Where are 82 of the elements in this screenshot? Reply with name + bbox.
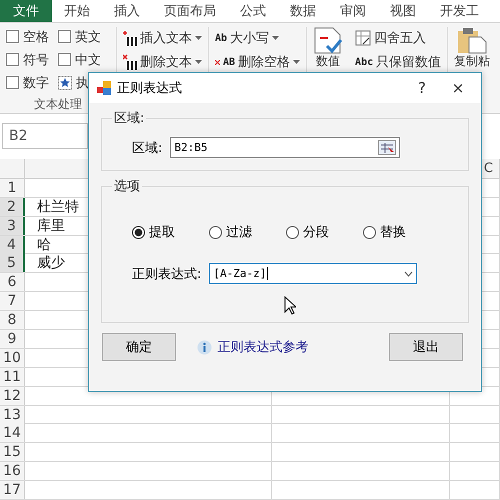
table-cell: 库里 (37, 218, 65, 234)
row-header[interactable]: 8 (0, 311, 25, 330)
dialog-title: 正则表达式 (117, 80, 183, 97)
checkbox[interactable]: 英文 (58, 27, 110, 46)
row-header[interactable]: 15 (0, 443, 25, 462)
ok-button[interactable]: 确定 (102, 333, 176, 361)
checkbox[interactable]: 空格 (6, 27, 58, 46)
clipboard-icon (457, 27, 488, 54)
ribbon-button[interactable]: Ab 大小写 (215, 29, 300, 47)
exit-button[interactable]: 退出 (389, 333, 463, 361)
field-label: 正则表达式: (132, 266, 202, 282)
radio-option[interactable]: 过滤 (209, 223, 252, 241)
ribbon-button[interactable]: 四舍五入 (355, 29, 442, 47)
chevron-down-icon (404, 270, 414, 276)
radio-option[interactable]: 提取 (132, 223, 175, 241)
menu-tab[interactable]: 数据 (278, 0, 328, 22)
run-button[interactable]: 执 (58, 73, 110, 92)
range-picker-icon (378, 140, 396, 155)
delete-text-icon (123, 54, 137, 70)
app-icon (97, 81, 111, 95)
menu-tab[interactable]: 公式 (228, 0, 278, 22)
menu-tab[interactable]: 页面布局 (152, 0, 228, 22)
row-header[interactable]: 16 (0, 462, 25, 480)
row-header[interactable]: 3 (0, 216, 25, 235)
caret-icon (195, 60, 202, 64)
menu-tab[interactable]: 视图 (378, 0, 428, 22)
radio-option[interactable]: 分段 (286, 223, 329, 241)
ribbon-button[interactable]: Abc 只保留数值 (355, 53, 442, 71)
row-header[interactable]: 6 (0, 273, 25, 292)
menu-tab[interactable]: 文件 (0, 0, 52, 22)
row-header[interactable]: 12 (0, 386, 25, 405)
row-header[interactable]: 10 (0, 348, 25, 367)
table-cell: 威少 (37, 255, 65, 272)
column-header[interactable]: C (484, 160, 493, 176)
field-label: 区域: (132, 140, 162, 156)
info-icon (196, 340, 212, 354)
value-button[interactable]: 数值 (307, 27, 350, 68)
ribbon-button[interactable]: 插入文本 (123, 29, 202, 47)
row-header[interactable]: 14 (0, 424, 25, 442)
row-header[interactable]: 11 (0, 368, 25, 386)
group-label: 文本处理 (33, 96, 83, 113)
menu-tab[interactable]: 开发工 (428, 0, 491, 22)
star-icon (58, 76, 72, 90)
ribbon-button[interactable]: 删除文本 (123, 53, 202, 71)
row-header[interactable]: 9 (0, 330, 25, 348)
radio-dot[interactable] (286, 226, 299, 238)
reference-link[interactable]: 正则表达式参考 (218, 338, 308, 356)
checkbox[interactable]: 中文 (58, 50, 110, 69)
caret-icon (272, 36, 280, 40)
menu-tab[interactable]: 插入 (102, 0, 152, 22)
name-box[interactable]: B2 (2, 123, 88, 150)
menu-tab[interactable]: 审阅 (328, 0, 378, 22)
table-cell: 哈 (37, 236, 51, 253)
checkbox[interactable]: 符号 (6, 50, 58, 69)
checkbox[interactable]: 数字 (6, 73, 58, 92)
row-header[interactable]: 13 (0, 406, 25, 424)
cross-icon (215, 60, 220, 64)
group-legend: 区域: (112, 109, 146, 127)
expression-combobox[interactable]: [A-Za-z] (209, 263, 418, 284)
row-header[interactable]: 7 (0, 292, 25, 310)
insert-text-icon (123, 30, 137, 46)
document-check-icon (313, 27, 344, 54)
row-header[interactable]: 2 (0, 198, 25, 216)
caret-icon (293, 60, 300, 64)
radio-option[interactable]: 替换 (363, 223, 406, 241)
help-button[interactable]: ? (407, 79, 437, 97)
table-cell: 杜兰特 (37, 198, 79, 215)
menu-tab[interactable]: 开始 (52, 0, 102, 22)
group-legend: 选项 (112, 177, 142, 195)
row-header[interactable]: 17 (0, 481, 25, 500)
radio-dot[interactable] (209, 226, 222, 238)
row-header[interactable]: 4 (0, 236, 25, 254)
close-button[interactable]: × (443, 79, 473, 97)
range-field[interactable]: B2:B5 (170, 137, 400, 158)
row-header[interactable]: 1 (0, 178, 25, 197)
paste-button[interactable]: 复制粘 (448, 27, 496, 68)
row-header[interactable]: 5 (0, 254, 25, 272)
ribbon-button[interactable]: AB 删除空格 (215, 53, 300, 71)
radio-dot[interactable] (363, 226, 376, 238)
mouse-pointer-icon (284, 296, 296, 315)
radio-dot[interactable] (132, 226, 145, 238)
caret-icon (195, 36, 202, 40)
